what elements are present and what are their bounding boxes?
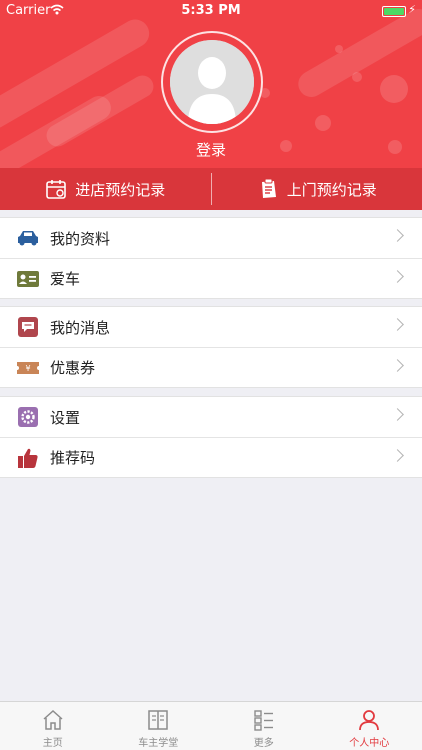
records-bar: 进店预约记录 上门预约记录 bbox=[0, 168, 422, 210]
status-bar: Carrier 5:33 PM ⚡ bbox=[0, 0, 422, 22]
menu-item-referral-code[interactable]: 推荐码 bbox=[0, 437, 422, 477]
menu-item-label: 我的资料 bbox=[50, 229, 111, 248]
home-icon bbox=[43, 709, 63, 730]
menu-group-messages: 我的消息 ¥ 优惠券 bbox=[0, 306, 422, 388]
menu-item-label: 推荐码 bbox=[50, 449, 96, 467]
battery-icon bbox=[382, 6, 406, 17]
menu-group-profile: 我的资料 爱车 bbox=[0, 217, 422, 299]
decorative-dot bbox=[352, 72, 362, 82]
car-icon bbox=[16, 226, 40, 250]
menu-item-my-info[interactable]: 我的资料 bbox=[0, 218, 422, 258]
calendar-icon bbox=[46, 180, 67, 199]
id-card-icon bbox=[16, 267, 40, 291]
tab-more[interactable]: 更多 bbox=[211, 702, 317, 750]
menu-item-label: 我的消息 bbox=[50, 318, 111, 337]
profile-header: 登录 进店预约记录 上门预约记录 bbox=[0, 0, 422, 210]
decorative-dot bbox=[380, 75, 408, 103]
thumbs-up-icon bbox=[16, 446, 40, 470]
svg-text:¥: ¥ bbox=[25, 364, 30, 373]
menu-item-settings[interactable]: 设置 bbox=[0, 397, 422, 437]
gear-icon bbox=[16, 405, 40, 429]
menu-group-settings: 设置 推荐码 bbox=[0, 396, 422, 478]
tab-label: 主页 bbox=[42, 738, 63, 749]
chevron-right-icon bbox=[391, 408, 404, 421]
default-user-icon bbox=[170, 40, 254, 124]
menu-item-coupons[interactable]: ¥ 优惠券 bbox=[0, 347, 422, 387]
clipboard-icon bbox=[261, 178, 276, 198]
charging-bolt-icon: ⚡ bbox=[408, 3, 416, 16]
chevron-right-icon bbox=[391, 270, 404, 283]
message-icon bbox=[16, 315, 40, 339]
tab-label: 个人中心 bbox=[349, 738, 390, 749]
tab-home[interactable]: 主页 bbox=[0, 702, 106, 750]
tab-owner-school[interactable]: 车主学堂 bbox=[106, 702, 212, 750]
home-appointment-records-label: 上门预约记录 bbox=[286, 180, 377, 199]
chevron-right-icon bbox=[391, 229, 404, 242]
tab-label: 车主学堂 bbox=[138, 738, 179, 749]
person-icon bbox=[359, 710, 380, 731]
chevron-right-icon bbox=[391, 359, 404, 372]
tab-personal-center[interactable]: 个人中心 bbox=[317, 702, 422, 750]
menu-item-label: 爱车 bbox=[50, 270, 81, 288]
decorative-dot bbox=[315, 115, 331, 131]
home-appointment-records-button[interactable]: 上门预约记录 bbox=[212, 168, 422, 210]
book-icon bbox=[148, 710, 168, 730]
chevron-right-icon bbox=[391, 449, 404, 462]
menu-item-my-messages[interactable]: 我的消息 bbox=[0, 307, 422, 347]
login-button[interactable]: 登录 bbox=[0, 139, 422, 160]
menu-item-my-car[interactable]: 爱车 bbox=[0, 258, 422, 298]
store-appointment-records-label: 进店预约记录 bbox=[75, 180, 166, 199]
tab-label: 更多 bbox=[253, 738, 274, 749]
menu-item-label: 优惠券 bbox=[50, 359, 96, 377]
store-appointment-records-button[interactable]: 进店预约记录 bbox=[0, 168, 211, 210]
status-time: 5:33 PM bbox=[181, 3, 241, 18]
avatar[interactable] bbox=[170, 40, 254, 124]
coupon-icon: ¥ bbox=[16, 356, 40, 380]
decorative-dot bbox=[335, 45, 343, 53]
tab-bar: 主页 车主学堂 更多 个人中心 bbox=[0, 701, 422, 750]
menu-item-label: 设置 bbox=[50, 408, 81, 427]
chevron-right-icon bbox=[391, 318, 404, 331]
list-icon bbox=[254, 710, 273, 731]
